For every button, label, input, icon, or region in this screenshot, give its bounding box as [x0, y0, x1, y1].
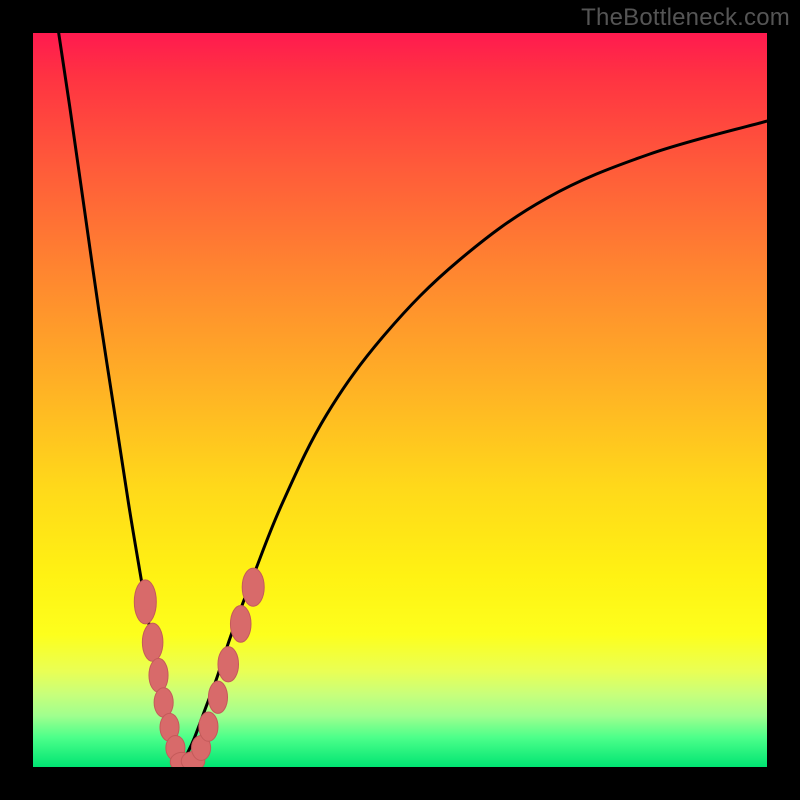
chart-svg — [33, 33, 767, 767]
curve-left-branch — [59, 33, 182, 765]
data-marker — [242, 568, 264, 606]
watermark-label: TheBottleneck.com — [581, 4, 790, 32]
data-marker — [142, 623, 163, 661]
data-marker — [134, 580, 156, 624]
data-marker — [149, 658, 168, 692]
data-marker — [230, 606, 251, 643]
data-marker — [218, 647, 239, 682]
plot-area — [33, 33, 767, 767]
data-marker — [154, 688, 173, 717]
data-marker — [208, 681, 227, 713]
chart-frame: TheBottleneck.com — [0, 0, 800, 800]
curve-right-branch — [181, 121, 767, 765]
data-marker — [199, 712, 218, 741]
